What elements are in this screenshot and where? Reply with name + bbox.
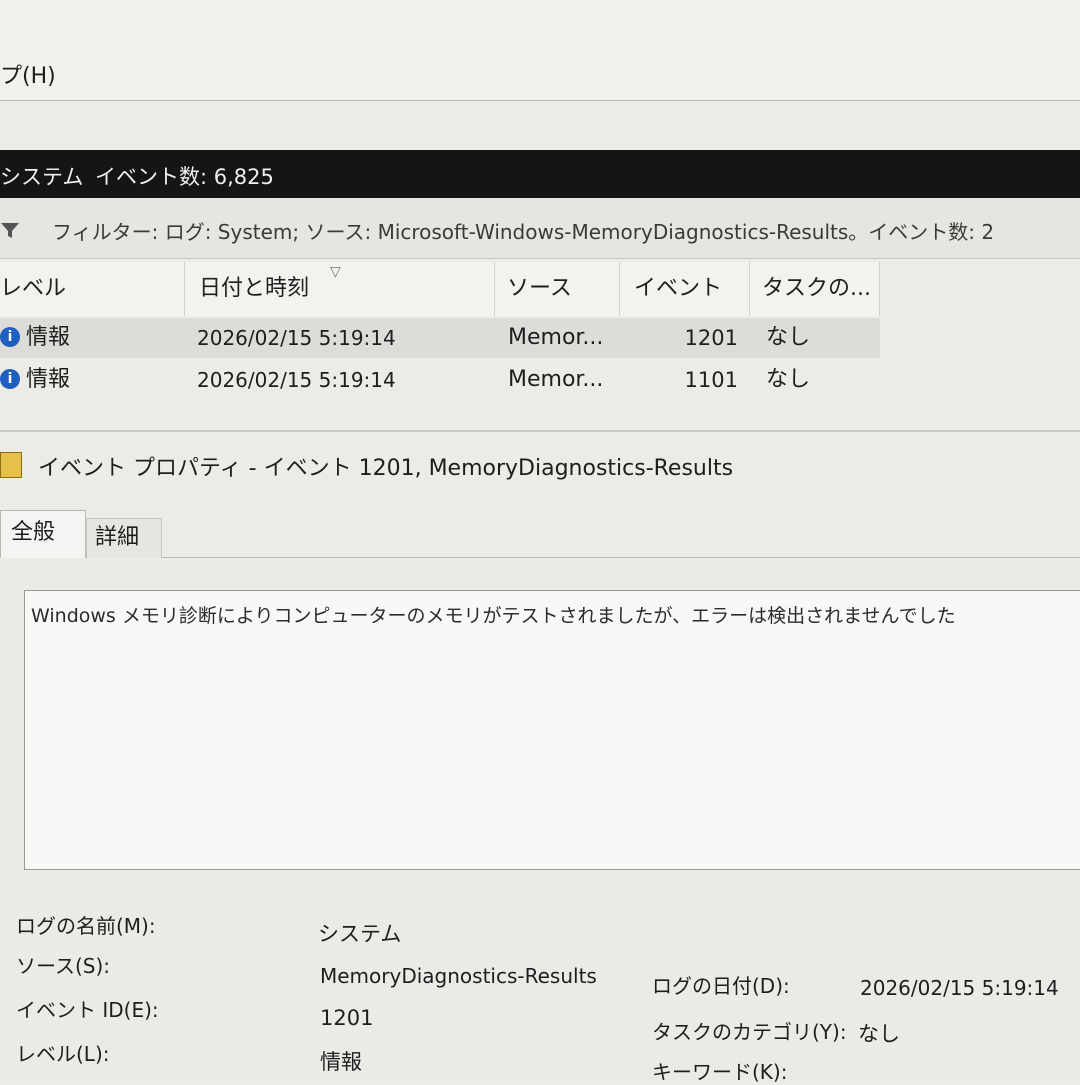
event-list: レベル 日付と時刻 ▽ ソース イベント ... タスクの... i 情報 20…: [0, 262, 880, 402]
filter-text: フィルター: ログ: System; ソース: Microsoft-Window…: [52, 220, 995, 244]
info-icon: i: [0, 327, 20, 347]
source-value: MemoryDiagnostics-Results: [320, 964, 597, 988]
table-row[interactable]: i 情報 2026/02/15 5:19:14 Memor... 1201 なし: [0, 318, 880, 358]
row-source: Memor...: [508, 367, 604, 392]
table-row[interactable]: i 情報 2026/02/15 5:19:14 Memor... 1101 なし: [0, 360, 880, 400]
row-date: 2026/02/15 5:19:14: [197, 368, 396, 392]
row-level: 情報: [26, 367, 71, 392]
row-date: 2026/02/15 5:19:14: [197, 326, 396, 350]
column-header-task-category[interactable]: タスクの...: [750, 262, 880, 316]
column-header-event-id[interactable]: イベント ...: [620, 262, 750, 355]
log-header-bar: システム イベント数: 6,825: [0, 150, 1080, 198]
log-date-label: ログの日付(D):: [652, 974, 790, 998]
log-name-label: ログの名前(M):: [16, 914, 156, 938]
description-text: Windows メモリ診断によりコンピューターのメモリがテストされましたが、エラ…: [31, 605, 956, 627]
task-category-value: なし: [858, 1022, 900, 1046]
menu-help[interactable]: プ(H): [0, 58, 56, 90]
sort-descending-icon: ▽: [330, 264, 341, 280]
column-header-level[interactable]: レベル: [0, 262, 185, 316]
event-count: イベント数: 6,825: [95, 165, 274, 189]
column-header-source[interactable]: ソース: [495, 262, 620, 316]
row-task: なし: [766, 367, 811, 392]
tab-general[interactable]: 全般: [0, 510, 86, 558]
menu-bar: プ(H): [0, 0, 1080, 101]
event-properties-icon: [0, 452, 22, 478]
tab-details[interactable]: 詳細: [86, 518, 162, 558]
event-id-value: 1201: [320, 1006, 374, 1030]
pane-divider[interactable]: [0, 430, 1080, 432]
log-date-value: 2026/02/15 5:19:14: [860, 976, 1059, 1000]
row-level: 情報: [26, 325, 71, 350]
source-label: ソース(S):: [16, 954, 111, 978]
filter-icon: [1, 223, 19, 238]
description-box[interactable]: Windows メモリ診断によりコンピューターのメモリがテストされましたが、エラ…: [24, 590, 1080, 870]
toolbar-area: [0, 101, 1080, 150]
filter-bar: フィルター: ログ: System; ソース: Microsoft-Window…: [0, 198, 1080, 259]
level-value: 情報: [320, 1050, 362, 1074]
event-properties-title: イベント プロパティ - イベント 1201, MemoryDiagnostic…: [38, 456, 734, 481]
event-id-label: イベント ID(E):: [16, 998, 159, 1022]
row-event-id: 1101: [684, 368, 738, 392]
info-icon: i: [0, 369, 20, 389]
keyword-label: キーワード(K):: [652, 1060, 788, 1084]
row-event-id: 1201: [684, 326, 738, 350]
log-name: システム: [0, 165, 84, 189]
task-category-label: タスクのカテゴリ(Y):: [652, 1020, 847, 1044]
row-source: Memor...: [508, 325, 604, 350]
log-name-value: システム: [318, 922, 402, 946]
row-task: なし: [766, 325, 811, 350]
level-label: レベル(L):: [16, 1042, 110, 1066]
